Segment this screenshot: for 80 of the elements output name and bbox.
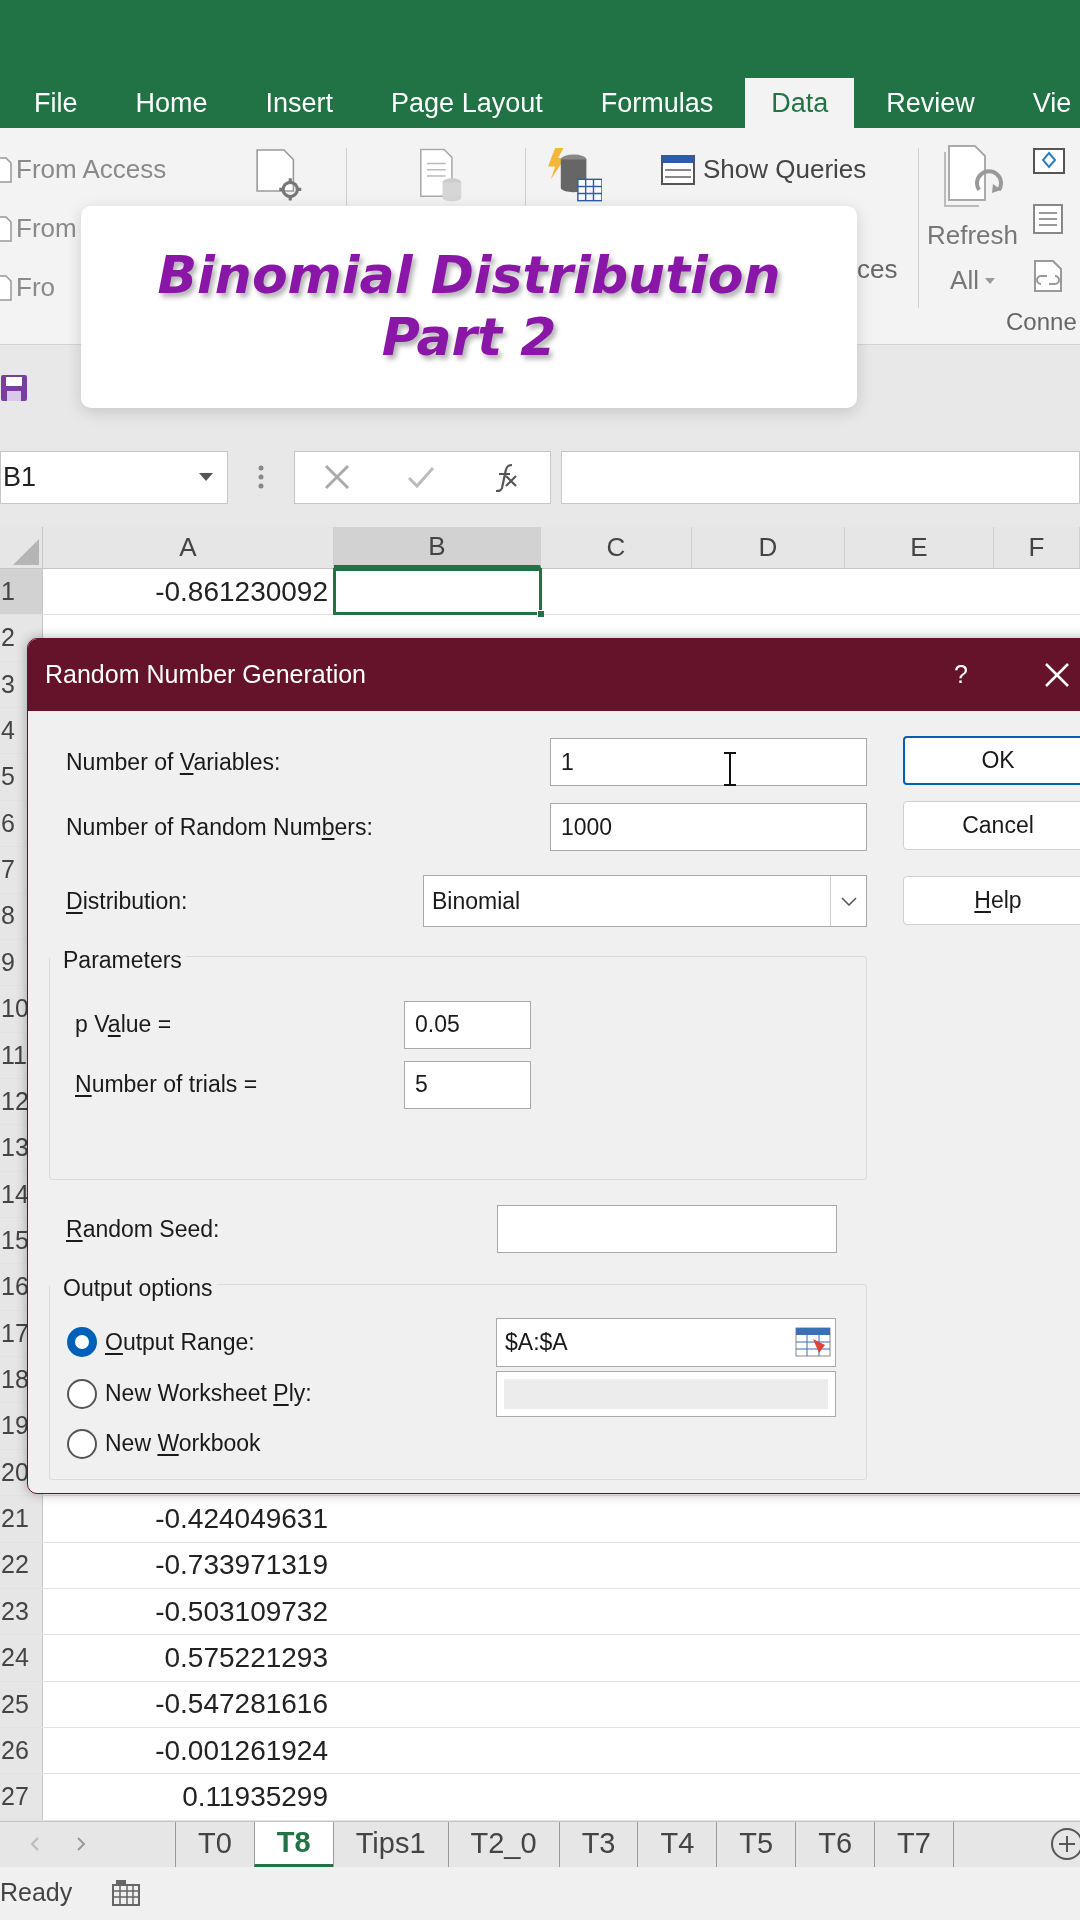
status-text: Ready xyxy=(0,1877,73,1909)
radio-button[interactable] xyxy=(67,1428,97,1459)
input-field[interactable]: $A:$A xyxy=(496,1317,836,1367)
check-icon[interactable] xyxy=(406,465,435,489)
cell-value: -0.861230092 xyxy=(155,574,328,609)
cell-reference: B1 xyxy=(3,460,37,494)
ribbon-tab[interactable]: Page Layout xyxy=(365,78,569,128)
input-field[interactable]: 0.05 xyxy=(404,1000,531,1049)
sheet-tab[interactable]: T8 xyxy=(253,1821,333,1867)
input-field[interactable]: 1000 xyxy=(550,803,867,851)
radio-button[interactable] xyxy=(67,1327,97,1357)
table-icon xyxy=(661,154,695,185)
ribbon-tab[interactable]: Data xyxy=(745,78,855,128)
option-label[interactable]: New Worksheet Ply: xyxy=(97,1376,496,1411)
column-header[interactable]: B xyxy=(334,527,541,568)
help-button[interactable]: ? xyxy=(954,656,968,694)
input-field[interactable]: 5 xyxy=(404,1060,531,1109)
cell-value: -0.547281616 xyxy=(155,1687,328,1722)
formula-input[interactable] xyxy=(561,450,1080,504)
field-label: Number of Random Numbers: xyxy=(65,812,374,842)
field-label: p Value = xyxy=(74,1010,173,1040)
selected-cell[interactable] xyxy=(333,568,542,616)
ribbon-tab[interactable]: Review xyxy=(860,78,1001,128)
input-field[interactable] xyxy=(497,1205,837,1253)
ribbon-button-label[interactable]: ces xyxy=(857,250,898,289)
sheet-tab[interactable]: Tips1 xyxy=(332,1821,448,1867)
sheet-tab[interactable]: T7 xyxy=(874,1821,953,1867)
sheet-tab[interactable]: T0 xyxy=(175,1821,254,1867)
name-box[interactable]: B1 xyxy=(0,450,228,504)
sheet-tab[interactable]: T4 xyxy=(637,1821,717,1867)
sheet-tab[interactable]: T2_0 xyxy=(447,1821,559,1867)
field-label: Random Seed: xyxy=(65,1214,221,1244)
option-label[interactable]: Output Range: xyxy=(97,1324,496,1360)
column-header[interactable]: F xyxy=(994,527,1080,568)
dialog-title: Random Number Generation xyxy=(45,659,367,691)
ribbon-tab[interactable]: File xyxy=(8,78,104,128)
dialog-button[interactable]: OK xyxy=(903,736,1080,785)
dialog-button[interactable]: Cancel xyxy=(903,801,1080,850)
dialog-button[interactable]: Help xyxy=(903,876,1080,925)
column-header[interactable]: E xyxy=(845,527,994,568)
field-label: Number of trials = xyxy=(74,1070,259,1100)
caret-icon[interactable] xyxy=(984,277,995,284)
radio-button[interactable] xyxy=(67,1378,97,1409)
ribbon-tab[interactable]: Vie xyxy=(1006,78,1080,128)
link-document-icon[interactable] xyxy=(1033,260,1063,292)
column-header[interactable]: D xyxy=(692,527,845,568)
sheet-view-icon[interactable] xyxy=(112,1880,141,1907)
range-picker-icon[interactable] xyxy=(795,1327,831,1357)
cell-value: 0.11935299 xyxy=(182,1780,328,1814)
cell-value: -0.001261924 xyxy=(155,1733,328,1768)
field-label: Distribution: xyxy=(65,886,189,916)
cell-value: -0.503109732 xyxy=(155,1594,328,1629)
field-label: Number of Variables: xyxy=(65,747,282,777)
grip-icon xyxy=(258,465,264,489)
sheet-tab[interactable]: T6 xyxy=(795,1821,874,1867)
title-text: Part 2 xyxy=(381,308,557,368)
chevron-down-icon[interactable] xyxy=(840,896,857,906)
ribbon-tab[interactable]: Formulas xyxy=(574,78,740,128)
sheet-tab[interactable]: T3 xyxy=(558,1821,638,1867)
input-field[interactable]: 1 xyxy=(550,738,867,786)
cell-value: 0.575221293 xyxy=(164,1640,328,1675)
add-sheet-icon[interactable] xyxy=(1050,1827,1080,1862)
ribbon-tab[interactable]: Insert xyxy=(239,78,360,128)
cell-value: -0.733971319 xyxy=(155,1548,328,1583)
dropdown-arrow-icon[interactable] xyxy=(199,473,213,481)
sheet-tab[interactable]: T5 xyxy=(716,1821,796,1867)
save-icon[interactable] xyxy=(0,373,28,402)
refresh-all-label: All xyxy=(950,264,979,297)
text-cursor-icon xyxy=(723,752,737,786)
option-label[interactable]: New Workbook xyxy=(97,1426,866,1461)
group-label: Conne xyxy=(1006,307,1077,337)
ribbon-tab[interactable]: Home xyxy=(109,78,234,128)
close-icon[interactable] xyxy=(1044,662,1070,688)
column-header[interactable]: C xyxy=(541,527,692,568)
refresh-label: Refresh xyxy=(926,219,1018,252)
show-queries-button[interactable]: Show Queries xyxy=(703,150,867,189)
cell-value: -0.424049631 xyxy=(155,1501,328,1536)
title-text: Binomial Distribution xyxy=(157,246,781,306)
properties-icon[interactable] xyxy=(1033,204,1063,234)
dropdown[interactable]: Binomial xyxy=(423,875,867,927)
